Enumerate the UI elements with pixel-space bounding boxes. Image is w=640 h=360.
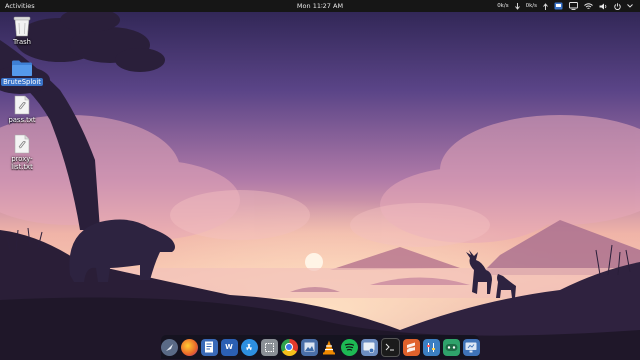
power-icon[interactable] bbox=[611, 0, 624, 12]
tweaks-icon[interactable] bbox=[422, 338, 440, 356]
screenshot-icon[interactable] bbox=[260, 338, 278, 356]
desktop-icon-brutesploit-folder[interactable]: BruteSploit bbox=[0, 59, 44, 86]
writer-doc-icon[interactable] bbox=[200, 338, 218, 356]
clock-label: Mon 11∶27 AM bbox=[296, 2, 344, 10]
desktop-wallpaper bbox=[0, 0, 640, 360]
desktop-icon-label: BruteSploit bbox=[1, 78, 43, 86]
top-bar: Activities Mon 11∶27 AM 0k/s 0k/s bbox=[0, 0, 640, 12]
upload-arrow-icon bbox=[540, 0, 551, 12]
volume-icon[interactable] bbox=[596, 0, 611, 12]
desktop-icon-label: proxy-list.txt bbox=[11, 155, 33, 171]
image-viewer-icon[interactable] bbox=[300, 338, 318, 356]
net-upload-indicator[interactable]: 0k/s bbox=[523, 0, 540, 12]
chrome-icon[interactable] bbox=[280, 338, 298, 356]
dock: W bbox=[160, 335, 480, 359]
monitor-icon[interactable] bbox=[462, 338, 480, 356]
wifi-icon[interactable] bbox=[581, 0, 596, 12]
word-icon[interactable]: W bbox=[220, 338, 238, 356]
screen-share-icon[interactable] bbox=[551, 0, 566, 12]
vlc-icon[interactable] bbox=[321, 339, 338, 356]
display-icon[interactable] bbox=[566, 0, 581, 12]
launcher-icon[interactable] bbox=[160, 338, 178, 356]
folder-icon bbox=[12, 60, 32, 76]
firefox-icon[interactable] bbox=[180, 338, 198, 356]
net-download-speed: 0k/s bbox=[497, 3, 509, 9]
app-store-icon[interactable] bbox=[240, 338, 258, 356]
trash-icon bbox=[13, 16, 31, 37]
desktop-icon-trash[interactable]: Trash bbox=[0, 15, 44, 46]
download-arrow-icon bbox=[512, 0, 523, 12]
spotify-icon[interactable] bbox=[340, 338, 358, 356]
desktop-icon-label: Trash bbox=[13, 38, 31, 46]
system-settings-icon[interactable] bbox=[360, 338, 378, 356]
net-upload-speed: 0k/s bbox=[525, 3, 537, 9]
desktop-icon-label: pass.txt bbox=[8, 116, 36, 124]
system-tray: 0k/s 0k/s bbox=[494, 0, 636, 12]
desktop-icon-proxy-list-txt[interactable]: proxy-list.txt bbox=[0, 134, 44, 171]
text-file-icon bbox=[14, 95, 30, 115]
net-download-indicator[interactable]: 0k/s bbox=[494, 0, 511, 12]
sublime-icon[interactable] bbox=[402, 338, 420, 356]
terminal-icon[interactable] bbox=[380, 337, 400, 357]
desktop-icon-pass-txt[interactable]: pass.txt bbox=[0, 95, 44, 124]
game-console-icon[interactable] bbox=[442, 338, 460, 356]
text-file-icon bbox=[14, 134, 30, 154]
chevron-down-icon[interactable] bbox=[624, 0, 636, 12]
